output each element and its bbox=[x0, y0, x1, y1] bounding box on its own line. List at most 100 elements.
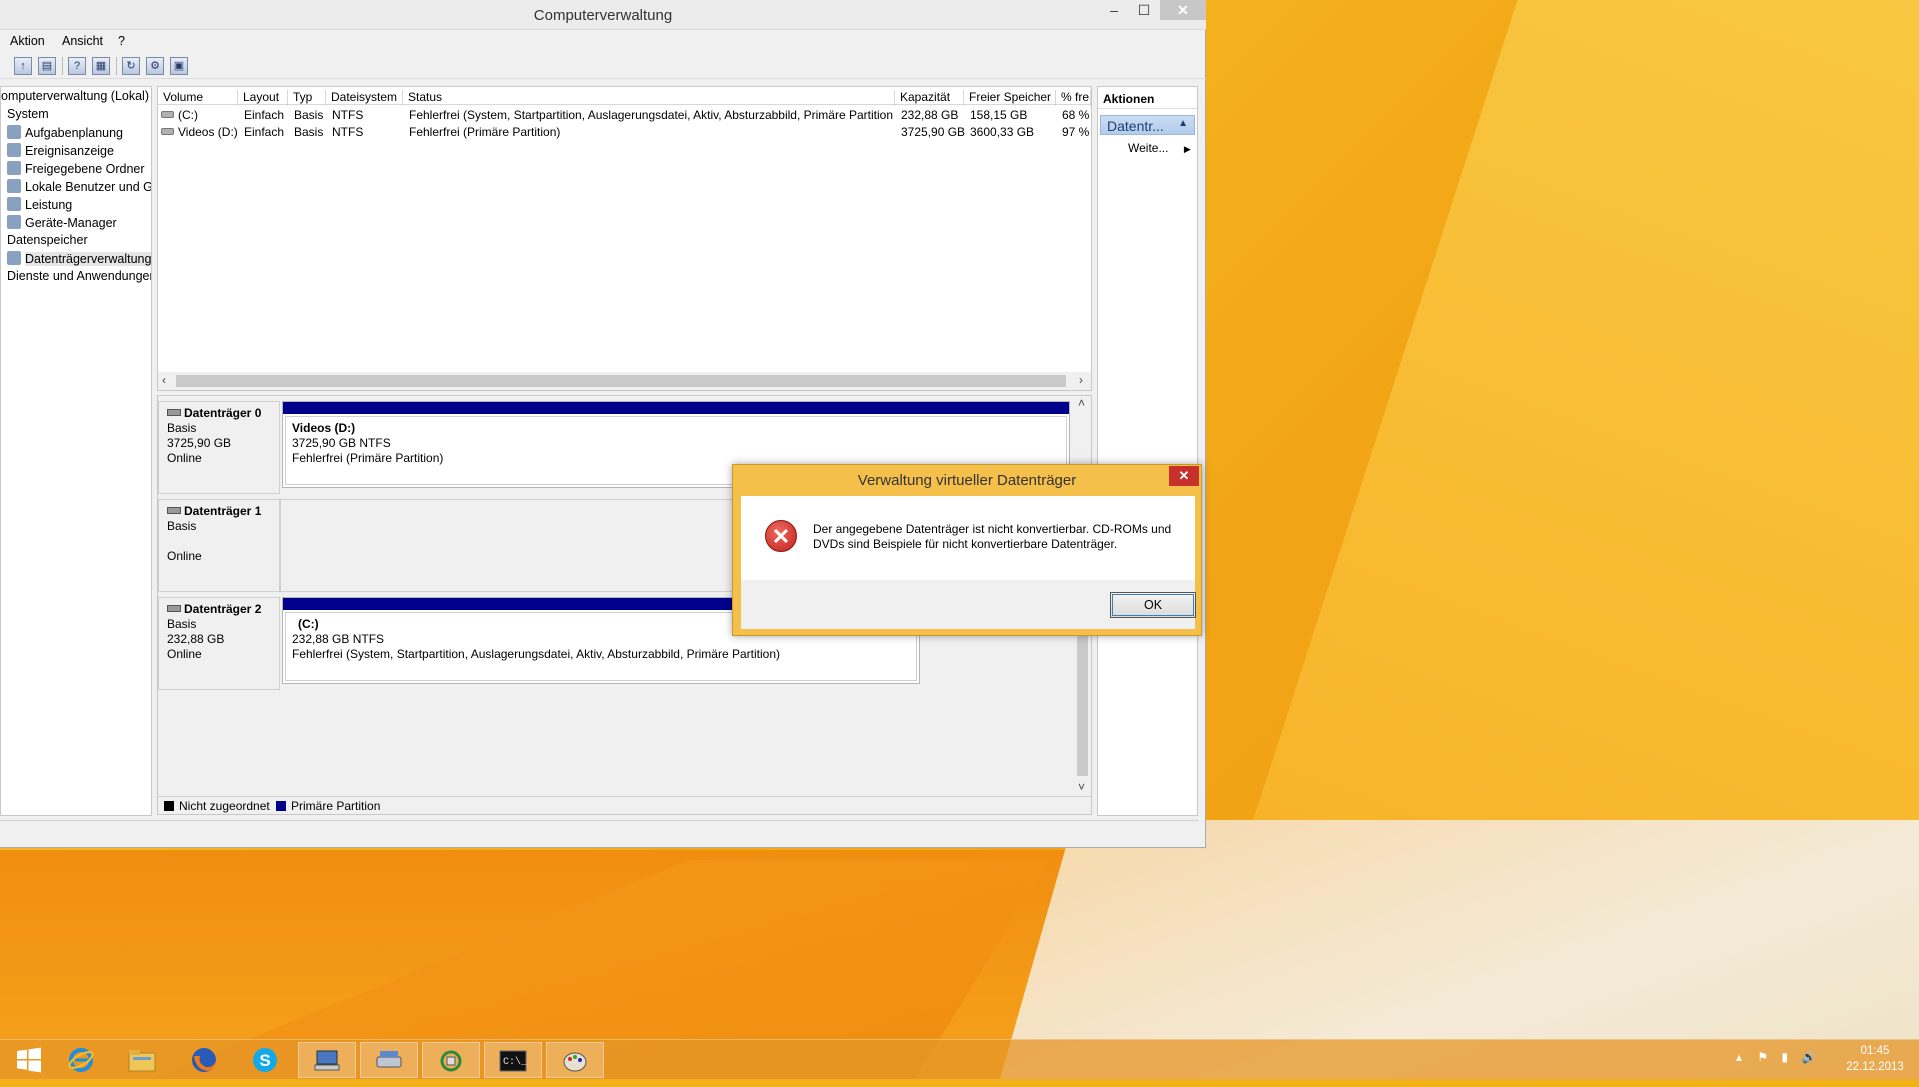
network-icon[interactable] bbox=[422, 1042, 480, 1078]
firefox-icon[interactable] bbox=[175, 1042, 233, 1078]
partition-size: 3725,90 GB NTFS bbox=[292, 436, 391, 450]
dialog-close-button[interactable]: ✕ bbox=[1169, 466, 1199, 486]
tree-item[interactable]: Geräte-Manager bbox=[1, 215, 117, 233]
error-icon: ✕ bbox=[765, 520, 797, 552]
internet-explorer-icon[interactable] bbox=[52, 1042, 110, 1078]
column-kapazitaet[interactable]: Kapazität bbox=[895, 90, 964, 106]
tree-item[interactable]: Freigegebene Ordner bbox=[1, 161, 145, 179]
tray-expand-icon[interactable]: ▴ bbox=[1736, 1050, 1742, 1064]
tree-item[interactable]: Lokale Benutzer und Gr bbox=[1, 179, 151, 197]
actions-header: Aktionen bbox=[1098, 87, 1197, 109]
svg-text:C:\_: C:\_ bbox=[503, 1056, 528, 1068]
drive-icon bbox=[161, 111, 174, 118]
column-volume[interactable]: Volume bbox=[158, 90, 238, 106]
title-bar[interactable]: Computerverwaltung – ☐ ✕ bbox=[0, 0, 1206, 30]
tree-item[interactable]: Datenträgerverwaltung bbox=[1, 251, 151, 269]
file-explorer-icon[interactable] bbox=[113, 1042, 171, 1078]
tree-item[interactable]: Ereignisanzeige bbox=[1, 143, 114, 161]
submenu-arrow-icon: ▶ bbox=[1183, 144, 1191, 154]
paint-icon[interactable] bbox=[546, 1042, 604, 1078]
dialog-message-area: ✕ Der angegebene Datenträger ist nicht k… bbox=[741, 496, 1195, 580]
disk-0-label[interactable]: Datenträger 0 Basis 3725,90 GB Online bbox=[158, 401, 280, 494]
skype-icon[interactable]: S bbox=[236, 1042, 294, 1078]
minimize-button[interactable]: – bbox=[1100, 0, 1128, 20]
up-folder-icon[interactable]: ↑ bbox=[14, 57, 32, 75]
start-icon[interactable] bbox=[0, 1042, 58, 1078]
filesystem-cell: NTFS bbox=[332, 125, 364, 139]
partition-status: Fehlerfrei (System, Startpartition, Ausl… bbox=[292, 647, 780, 661]
primary-swatch bbox=[276, 801, 286, 811]
ok-button[interactable]: OK bbox=[1110, 592, 1196, 618]
column-dateisystem[interactable]: Dateisystem bbox=[326, 90, 403, 106]
error-dialog: Verwaltung virtueller Datenträger ✕ ✕ De… bbox=[732, 464, 1202, 636]
filesystem-cell: NTFS bbox=[332, 108, 364, 122]
action-center-flag-icon[interactable]: ⚑ bbox=[1757, 1050, 1768, 1064]
status-cell: Fehlerfrei (Primäre Partition) bbox=[409, 125, 561, 139]
legend-unallocated-label: Nicht zugeordnet bbox=[179, 799, 270, 813]
scroll-left-icon[interactable]: ‹ bbox=[162, 373, 166, 387]
column-layout[interactable]: Layout bbox=[238, 90, 288, 106]
settings-icon[interactable]: ⚙ bbox=[146, 57, 164, 75]
disk-size bbox=[167, 534, 279, 549]
actions-more-item[interactable]: Weite... ▶ bbox=[1128, 141, 1191, 155]
capacity-cell: 232,88 GB bbox=[901, 108, 959, 122]
disk-state: Online bbox=[167, 549, 202, 563]
actions-pane: Aktionen Datentr... ▲ Weite... ▶ bbox=[1097, 86, 1198, 816]
scroll-right-icon[interactable]: › bbox=[1079, 373, 1083, 387]
command-prompt-icon[interactable]: C:\_ bbox=[484, 1042, 542, 1078]
network-signal-icon[interactable]: ▮ bbox=[1781, 1050, 1788, 1064]
primary-partition-bar bbox=[283, 402, 1069, 414]
column-freier-speicher[interactable]: Freier Speicher bbox=[964, 90, 1056, 106]
close-button[interactable]: ✕ bbox=[1160, 0, 1206, 20]
disk-settings-icon[interactable]: ▣ bbox=[170, 57, 188, 75]
clock-date: 22.12.2013 bbox=[1846, 1061, 1904, 1073]
help-icon[interactable]: ? bbox=[68, 57, 86, 75]
legend: Nicht zugeordnet Primäre Partition bbox=[158, 796, 1091, 814]
scrollbar-thumb[interactable] bbox=[1077, 626, 1088, 776]
collapse-up-icon[interactable]: ▲ bbox=[1178, 118, 1188, 129]
tree-item-label: Leistung bbox=[25, 198, 73, 212]
tree-item[interactable]: omputerverwaltung (Lokal) bbox=[1, 89, 149, 107]
volume-name-cell: Videos (D:) bbox=[161, 125, 238, 139]
console-tree-icon[interactable]: ▤ bbox=[38, 57, 56, 75]
properties-icon[interactable]: ▦ bbox=[92, 57, 110, 75]
disk-2-label[interactable]: Datenträger 2 Basis 232,88 GB Online bbox=[158, 597, 280, 690]
dialog-title: Verwaltung virtueller Datenträger bbox=[857, 472, 1077, 489]
tree-item-label: Datenträgerverwaltung bbox=[25, 252, 152, 266]
column-pct-free[interactable]: % fre bbox=[1056, 90, 1091, 106]
tree-item[interactable]: System bbox=[1, 107, 49, 125]
tree-item[interactable]: Aufgabenplanung bbox=[1, 125, 123, 143]
column-typ[interactable]: Typ bbox=[288, 90, 326, 106]
menu-ansicht[interactable]: Ansicht bbox=[62, 34, 103, 48]
device-manager-icon bbox=[7, 215, 21, 229]
column-status[interactable]: Status bbox=[403, 90, 895, 106]
tree-item-label: Freigegebene Ordner bbox=[25, 162, 145, 176]
scroll-down-icon[interactable]: ˅ bbox=[1078, 780, 1085, 794]
tree-item-label: Geräte-Manager bbox=[25, 216, 117, 230]
tree-item[interactable]: Leistung bbox=[1, 197, 72, 215]
list-horizontal-scrollbar[interactable]: ‹ › bbox=[158, 372, 1091, 390]
volume-row[interactable]: Videos (D:) Einfach Basis NTFS Fehlerfre… bbox=[158, 124, 1091, 141]
disk-name: Datenträger 0 bbox=[184, 406, 262, 420]
tree-item[interactable]: Datenspeicher bbox=[1, 233, 88, 251]
list-header: Volume Layout Typ Dateisystem Status Kap… bbox=[158, 87, 1091, 106]
tree-item[interactable]: Dienste und Anwendungen bbox=[1, 269, 151, 287]
performance-icon bbox=[7, 197, 21, 211]
scroll-up-icon[interactable]: ˄ bbox=[1078, 396, 1085, 410]
menu-aktion[interactable]: Aktion bbox=[10, 34, 45, 48]
clock-time: 01:45 bbox=[1860, 1045, 1890, 1057]
maximize-button[interactable]: ☐ bbox=[1130, 0, 1158, 20]
layout-cell: Einfach bbox=[244, 108, 285, 122]
actions-datentraeger-section[interactable]: Datentr... ▲ bbox=[1100, 115, 1195, 135]
clock[interactable]: 01:45 22.12.2013 bbox=[1840, 1043, 1910, 1075]
svg-text:S: S bbox=[259, 1051, 270, 1070]
disk-icon[interactable] bbox=[360, 1042, 418, 1078]
volume-icon[interactable]: 🔊 bbox=[1801, 1050, 1816, 1064]
computer-management-icon[interactable] bbox=[298, 1042, 356, 1078]
disk-1-label[interactable]: Datenträger 1 Basis Online bbox=[158, 499, 280, 592]
refresh-icon[interactable]: ↻ bbox=[122, 57, 140, 75]
scrollbar-thumb[interactable] bbox=[176, 375, 1066, 387]
menu-help[interactable]: ? bbox=[118, 34, 125, 48]
volume-row[interactable]: (C:) Einfach Basis NTFS Fehlerfrei (Syst… bbox=[158, 107, 1091, 124]
drive-icon bbox=[161, 128, 174, 135]
